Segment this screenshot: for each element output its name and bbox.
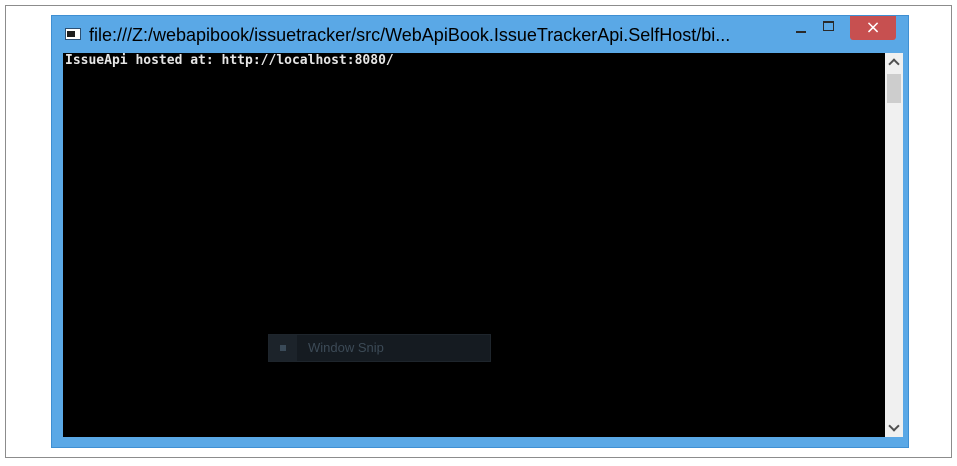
close-icon: × xyxy=(865,17,881,38)
minimize-button[interactable] xyxy=(788,16,814,40)
maximize-button[interactable] xyxy=(815,16,842,40)
console-window-icon[interactable] xyxy=(65,28,81,40)
minimize-icon xyxy=(796,31,806,33)
window-snip-overlay: Window Snip xyxy=(268,334,491,362)
console-window: file:///Z:/webapibook/issuetracker/src/W… xyxy=(51,15,909,448)
maximize-icon xyxy=(823,21,834,31)
snip-label: Window Snip xyxy=(308,340,384,355)
console-line: IssueApi hosted at: http://localhost:808… xyxy=(65,53,394,68)
scroll-down-button[interactable] xyxy=(885,420,903,437)
chevron-down-icon xyxy=(888,420,900,432)
close-button[interactable]: × xyxy=(850,16,896,40)
window-title: file:///Z:/webapibook/issuetracker/src/W… xyxy=(89,25,731,45)
scroll-up-button[interactable] xyxy=(885,53,903,70)
console-output[interactable]: IssueApi hosted at: http://localhost:808… xyxy=(63,53,885,437)
scrollbar-thumb[interactable] xyxy=(887,74,901,103)
title-bar[interactable]: file:///Z:/webapibook/issuetracker/src/W… xyxy=(52,16,908,53)
vertical-scrollbar[interactable] xyxy=(885,53,903,437)
snip-icon xyxy=(269,335,297,361)
chevron-up-icon xyxy=(888,58,900,70)
